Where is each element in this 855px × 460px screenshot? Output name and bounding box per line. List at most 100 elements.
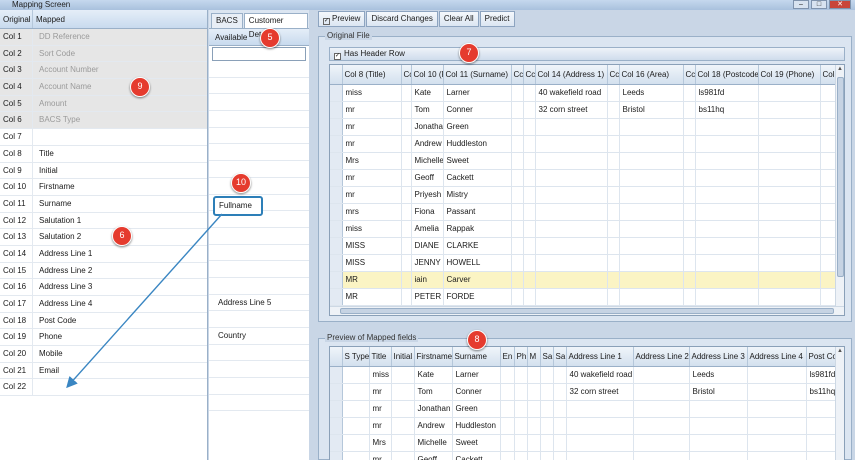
row-header[interactable] (330, 169, 343, 187)
column-header[interactable]: Cc (683, 65, 696, 85)
discard-changes-button[interactable]: Discard Changes (366, 11, 438, 27)
clear-all-button[interactable]: Clear All (438, 11, 479, 27)
mapped-field-cell[interactable]: Address Line 4 (33, 296, 207, 312)
row-header[interactable] (330, 288, 343, 306)
available-field-item[interactable] (209, 361, 309, 379)
row-header[interactable] (330, 101, 343, 119)
row-header[interactable] (330, 186, 343, 204)
available-field-item[interactable] (209, 311, 309, 328)
table-row[interactable]: Mrs Michelle Sweet (330, 434, 844, 452)
scroll-up-icon[interactable]: ▲ (836, 347, 844, 356)
mapping-row[interactable]: Col 21 Email (0, 362, 207, 380)
mapping-row[interactable]: Col 17 Address Line 4 (0, 296, 207, 313)
mapping-row[interactable]: Col 4 Account Name (0, 79, 207, 96)
available-field-item[interactable] (209, 178, 309, 195)
mapping-row[interactable]: Col 2 Sort Code (0, 45, 207, 63)
table-row[interactable]: MISS JENNY HOWELL (330, 254, 844, 272)
mapping-row[interactable]: Col 11 Surname (0, 195, 207, 213)
table-row[interactable]: mr Tom Conner 32 corn street Bristol bs11hq (330, 101, 844, 119)
available-field-item[interactable] (209, 128, 309, 145)
available-field-item[interactable] (209, 345, 309, 362)
column-header[interactable]: Cc (607, 65, 620, 85)
table-row[interactable]: mr Andrew Huddleston (330, 135, 844, 153)
header-original[interactable]: Original (0, 10, 33, 28)
column-header[interactable]: Sa (553, 347, 567, 367)
available-field-item[interactable] (209, 144, 309, 162)
row-header[interactable] (330, 271, 343, 289)
mapped-field-cell[interactable] (33, 129, 207, 145)
mapped-field-cell[interactable]: Account Number (33, 62, 207, 78)
vertical-scrollbar[interactable]: ▲ (835, 347, 844, 460)
table-row[interactable]: miss Kate Larner 40 wakefield road Leeds ls98… (330, 84, 844, 102)
row-header[interactable] (330, 366, 343, 384)
column-header[interactable]: Address Line 4 (747, 347, 807, 367)
available-filter-input[interactable] (212, 47, 306, 61)
column-header[interactable]: Col 16 (Area) (619, 65, 684, 85)
row-header[interactable] (330, 220, 343, 238)
available-field-item[interactable] (209, 111, 309, 128)
available-field-item[interactable] (209, 61, 309, 78)
mapped-field-cell[interactable]: Address Line 1 (33, 246, 207, 262)
column-header[interactable]: Cc (511, 65, 524, 85)
available-field-item[interactable] (209, 245, 309, 262)
mapped-field-cell[interactable] (33, 379, 207, 395)
tab-bacs[interactable]: BACS (211, 13, 243, 28)
mapping-row[interactable]: Col 5 Amount (0, 95, 207, 113)
row-header[interactable] (330, 400, 343, 418)
column-header[interactable]: Col 19 (Phone) (758, 65, 821, 85)
available-field-item[interactable] (209, 261, 309, 278)
mapped-field-cell[interactable]: DD Reference (33, 29, 207, 45)
column-header[interactable]: Address Line 1 (566, 347, 634, 367)
column-header[interactable]: Col 18 (Postcode) (695, 65, 759, 85)
maximize-icon[interactable]: □ (811, 0, 827, 9)
mapping-row[interactable]: Col 10 Firstname (0, 179, 207, 196)
mapped-field-cell[interactable]: Surname (33, 196, 207, 212)
mapping-row[interactable]: Col 13 Salutation 2 (0, 229, 207, 246)
row-header[interactable] (330, 152, 343, 170)
column-header[interactable]: Col 14 (Address 1) (535, 65, 608, 85)
mapped-field-cell[interactable]: Amount (33, 96, 207, 112)
column-header[interactable]: Address Line 2 (633, 347, 690, 367)
column-header[interactable]: Initial (391, 347, 415, 367)
horizontal-scrollbar[interactable] (330, 306, 844, 315)
predict-button[interactable]: Predict (479, 11, 515, 27)
table-row[interactable]: mr Tom Conner 32 corn street Bristol bs11hq (330, 383, 844, 401)
table-row[interactable]: mr Andrew Huddleston (330, 417, 844, 435)
row-header[interactable] (330, 135, 343, 153)
available-field-item[interactable] (209, 395, 309, 412)
row-header[interactable] (330, 451, 343, 460)
table-row[interactable]: Mrs Michelle Sweet (330, 152, 844, 170)
row-header[interactable] (330, 254, 343, 272)
available-field-item[interactable] (209, 94, 309, 112)
table-row[interactable]: MISS DIANE CLARKE (330, 237, 844, 255)
mapping-row[interactable]: Col 16 Address Line 3 (0, 279, 207, 296)
table-row[interactable]: miss Amelia Rappak (330, 220, 844, 238)
mapped-field-cell[interactable]: Sort Code (33, 46, 207, 62)
row-header[interactable] (330, 118, 343, 136)
header-mapped[interactable]: Mapped (33, 10, 65, 28)
mapping-row[interactable]: Col 8 Title (0, 145, 207, 163)
row-header[interactable] (330, 84, 343, 102)
table-row[interactable]: mr JonathanGreen (330, 400, 844, 418)
mapped-field-cell[interactable]: Post Code (33, 313, 207, 329)
mapped-field-cell[interactable]: Title (33, 146, 207, 162)
column-header[interactable]: Sa (540, 347, 554, 367)
scroll-up-icon[interactable]: ▲ (836, 65, 844, 74)
table-row[interactable]: mr Geoff Cackett (330, 451, 844, 460)
column-header[interactable]: Cc (523, 65, 536, 85)
mapped-field-cell[interactable]: Mobile (33, 346, 207, 362)
table-row[interactable]: mr JonathanGreen (330, 118, 844, 136)
column-header[interactable]: Col 8 (Title) (342, 65, 402, 85)
available-field-item[interactable] (209, 378, 309, 395)
mapped-field-cell[interactable]: Firstname (33, 179, 207, 195)
mapped-field-cell[interactable]: Address Line 2 (33, 263, 207, 279)
available-field-item[interactable]: Address Line 5 (209, 295, 309, 312)
mapped-field-cell[interactable]: Initial (33, 163, 207, 179)
row-header[interactable] (330, 434, 343, 452)
scroll-thumb[interactable] (837, 77, 844, 277)
column-header[interactable]: Cc (401, 65, 412, 85)
mapping-row[interactable]: Col 6 BACS Type (0, 112, 207, 130)
table-row[interactable]: mrs Fiona Passant (330, 203, 844, 221)
mapping-row[interactable]: Col 1 DD Reference (0, 29, 207, 46)
close-icon[interactable]: ✕ (829, 0, 851, 9)
